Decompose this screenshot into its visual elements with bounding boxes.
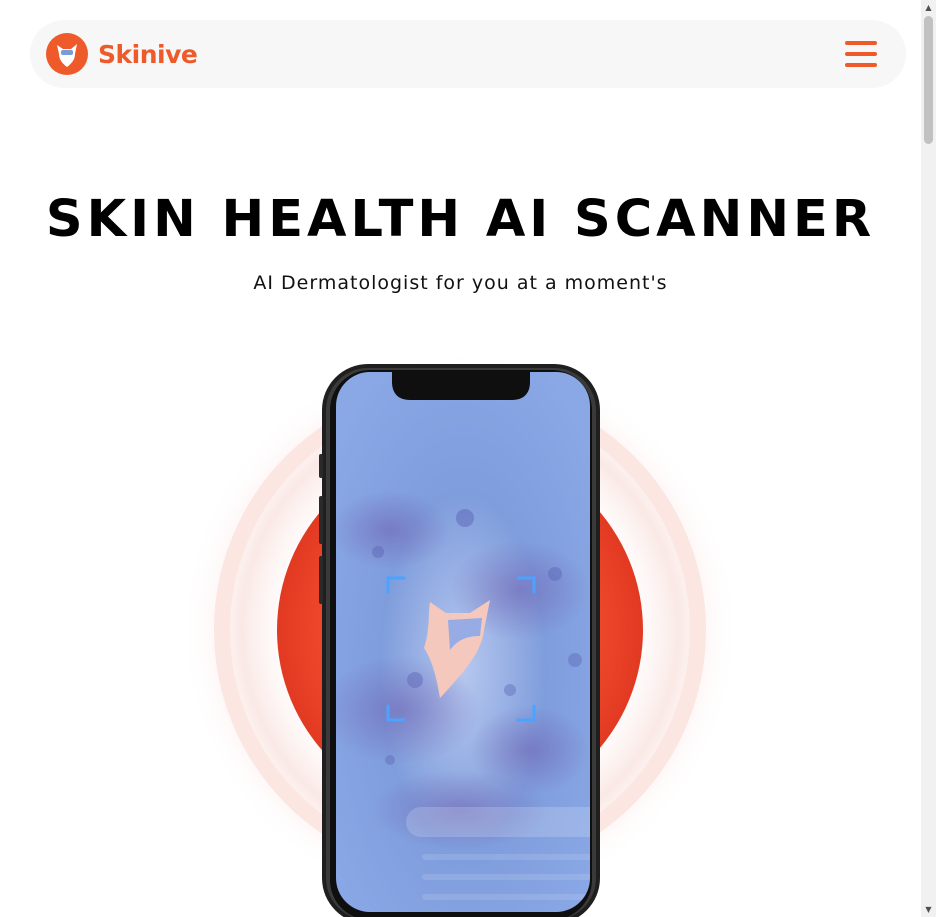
menu-bar-middle [845, 52, 877, 56]
skinive-fox-logo-icon [46, 33, 88, 75]
scrollbar-thumb[interactable] [924, 16, 933, 144]
phone-scanner-illustration [180, 350, 740, 917]
vertical-scrollbar[interactable]: ▲ ▼ [921, 0, 936, 917]
menu-bar-top [845, 41, 877, 45]
site-header: Skinive [30, 20, 906, 88]
hero-subtitle: AI Dermatologist for you at a moment's [253, 272, 668, 294]
triangle-up-icon[interactable]: ▲ [921, 0, 936, 15]
hamburger-menu-button[interactable] [844, 39, 878, 69]
page-viewport: Skinive SKIN HEALTH AI SCANNER AI Dermat… [0, 0, 921, 917]
triangle-down-icon[interactable]: ▼ [921, 902, 936, 917]
logo-wordmark: Skinive [98, 39, 198, 69]
menu-bar-bottom [845, 63, 877, 67]
hero-title: SKIN HEALTH AI SCANNER [45, 190, 876, 249]
logo-link[interactable]: Skinive [46, 33, 198, 75]
